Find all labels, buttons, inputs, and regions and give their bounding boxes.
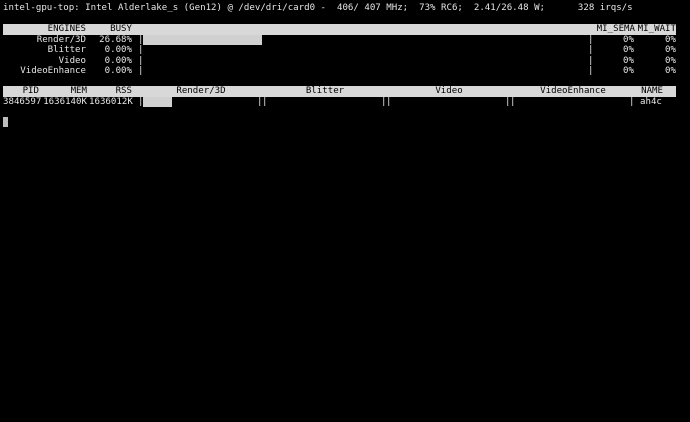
engine-mi-sema: 0% bbox=[623, 34, 634, 45]
name-column-header: NAME bbox=[641, 86, 663, 96]
engine-row: Video 0.00% | | 0% 0% bbox=[0, 56, 690, 67]
bar-left-edge: | bbox=[510, 96, 516, 107]
engine-mi-sema: 0% bbox=[623, 55, 634, 66]
mi-sema-column-header: MI_SEMA bbox=[596, 24, 635, 34]
bar-left-edge: | bbox=[138, 55, 144, 66]
clients-header: PID MEM RSS Render/3D Blitter Video Vide… bbox=[3, 86, 676, 97]
engine-busy: 0.00% bbox=[104, 66, 132, 77]
engine-row: VideoEnhance 0.00% | | 0% 0% bbox=[0, 66, 690, 77]
rss-column-header: RSS bbox=[115, 86, 132, 96]
engine-name: Video bbox=[58, 55, 86, 66]
client-name: ah4c bbox=[640, 96, 662, 107]
engine-mi-sema: 0% bbox=[623, 66, 634, 77]
client-rss: 1636012K bbox=[89, 96, 133, 107]
engine-name: Blitter bbox=[47, 45, 86, 56]
busy-column-header: BUSY bbox=[110, 24, 132, 34]
engine-mi-wait: 0% bbox=[665, 55, 676, 66]
client-render-bar bbox=[143, 96, 172, 108]
bar-right-edge: | bbox=[588, 55, 594, 66]
engine-busy: 26.68% bbox=[99, 34, 132, 45]
bar-left-edge: | bbox=[138, 66, 144, 77]
bar-left-edge: | bbox=[262, 96, 268, 107]
engine-name: Render/3D bbox=[36, 34, 86, 45]
gpu-summary-line: intel-gpu-top: Intel Alderlake_s (Gen12)… bbox=[0, 3, 690, 14]
engine-mi-wait: 0% bbox=[665, 66, 676, 77]
engine-mi-wait: 0% bbox=[665, 45, 676, 56]
video-column-header: Video bbox=[435, 86, 463, 96]
engine-row: Blitter 0.00% | | 0% 0% bbox=[0, 45, 690, 56]
bar-right-edge: | bbox=[588, 66, 594, 77]
engine-busy-bar bbox=[143, 34, 262, 46]
engine-mi-wait: 0% bbox=[665, 34, 676, 45]
engine-busy: 0.00% bbox=[104, 55, 132, 66]
bar-left-edge: | bbox=[386, 96, 392, 107]
mi-wait-column-header: MI_WAIT bbox=[637, 24, 676, 34]
engines-column-header: ENGINES bbox=[47, 24, 86, 34]
terminal-window[interactable]: intel-gpu-top: Intel Alderlake_s (Gen12)… bbox=[0, 0, 690, 422]
engines-header: ENGINES BUSY MI_SEMA MI_WAIT bbox=[3, 24, 676, 35]
bar-right-edge: | bbox=[588, 34, 594, 45]
engine-busy: 0.00% bbox=[104, 45, 132, 56]
gpu-summary-text: intel-gpu-top: Intel Alderlake_s (Gen12)… bbox=[3, 3, 633, 13]
bar-right-edge: | bbox=[629, 96, 635, 107]
client-pid: 3846597 bbox=[3, 96, 42, 107]
engine-name: VideoEnhance bbox=[20, 66, 86, 77]
engine-row: Render/3D 26.68% | | 0% 0% bbox=[0, 34, 690, 46]
bar-left-edge: | bbox=[138, 45, 144, 56]
engine-mi-sema: 0% bbox=[623, 45, 634, 56]
mem-column-header: MEM bbox=[70, 86, 87, 96]
pid-column-header: PID bbox=[22, 86, 39, 96]
terminal-cursor bbox=[3, 117, 8, 127]
render-column-header: Render/3D bbox=[176, 86, 226, 96]
client-row: 3846597 1636140K 1636012K | | | | | | | … bbox=[0, 96, 690, 108]
blitter-column-header: Blitter bbox=[305, 86, 345, 96]
client-mem: 1636140K bbox=[43, 96, 87, 107]
videoenhance-column-header: VideoEnhance bbox=[540, 86, 606, 96]
bar-right-edge: | bbox=[588, 45, 594, 56]
